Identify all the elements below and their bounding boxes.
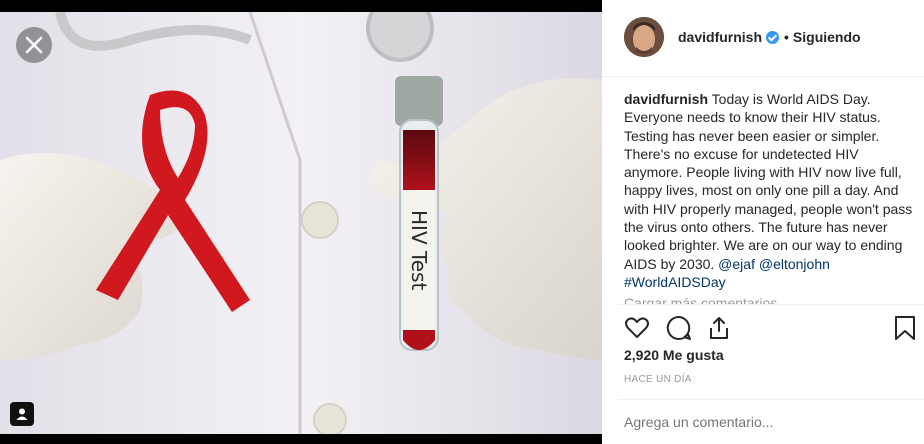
post-sidebar: davidfurnish • Siguiendo davidfurnish To… xyxy=(602,0,924,444)
heart-icon[interactable] xyxy=(624,315,650,341)
mention-ejaf[interactable]: @ejaf xyxy=(718,256,755,272)
post-photo: HIV Test xyxy=(0,0,602,444)
divider xyxy=(618,304,924,305)
person-icon xyxy=(16,408,28,420)
caption-username[interactable]: davidfurnish xyxy=(624,91,708,107)
verified-badge-icon xyxy=(766,30,780,44)
tube-label: HIV Test xyxy=(407,210,431,291)
image-top-bar xyxy=(0,0,602,12)
close-button[interactable] xyxy=(16,27,52,63)
post-image[interactable]: HIV Test xyxy=(0,0,602,444)
likes-count[interactable]: 2,920 Me gusta xyxy=(624,347,724,363)
caption-text: Today is World AIDS Day. Everyone needs … xyxy=(624,91,913,272)
instagram-post-modal: HIV Test davidfurnish • Siguiendo davidf… xyxy=(0,0,924,444)
avatar[interactable] xyxy=(624,17,664,57)
header-text: davidfurnish • Siguiendo xyxy=(678,29,861,45)
image-bottom-bar xyxy=(0,434,602,444)
follow-status-button[interactable]: Siguiendo xyxy=(793,29,861,45)
share-icon[interactable] xyxy=(706,315,732,341)
comment-icon[interactable] xyxy=(666,315,692,341)
post-caption: davidfurnish Today is World AIDS Day. Ev… xyxy=(624,90,916,291)
action-bar xyxy=(624,315,924,341)
post-header: davidfurnish • Siguiendo xyxy=(602,0,924,77)
bookmark-icon[interactable] xyxy=(892,315,918,341)
mention-eltonjohn[interactable]: @eltonjohn xyxy=(759,256,830,272)
hashtag-link[interactable]: #WorldAIDSDay xyxy=(624,274,726,290)
avatar-photo xyxy=(624,17,664,57)
username-link[interactable]: davidfurnish xyxy=(678,29,762,45)
load-more-comments[interactable]: Cargar más comentarios xyxy=(624,294,777,304)
user-tag-icon[interactable] xyxy=(10,402,34,426)
divider xyxy=(618,399,924,400)
timestamp[interactable]: HACE UN DÍA xyxy=(624,374,692,385)
close-icon xyxy=(25,36,43,54)
separator-dot: • xyxy=(784,29,789,45)
comment-input[interactable] xyxy=(624,414,894,430)
